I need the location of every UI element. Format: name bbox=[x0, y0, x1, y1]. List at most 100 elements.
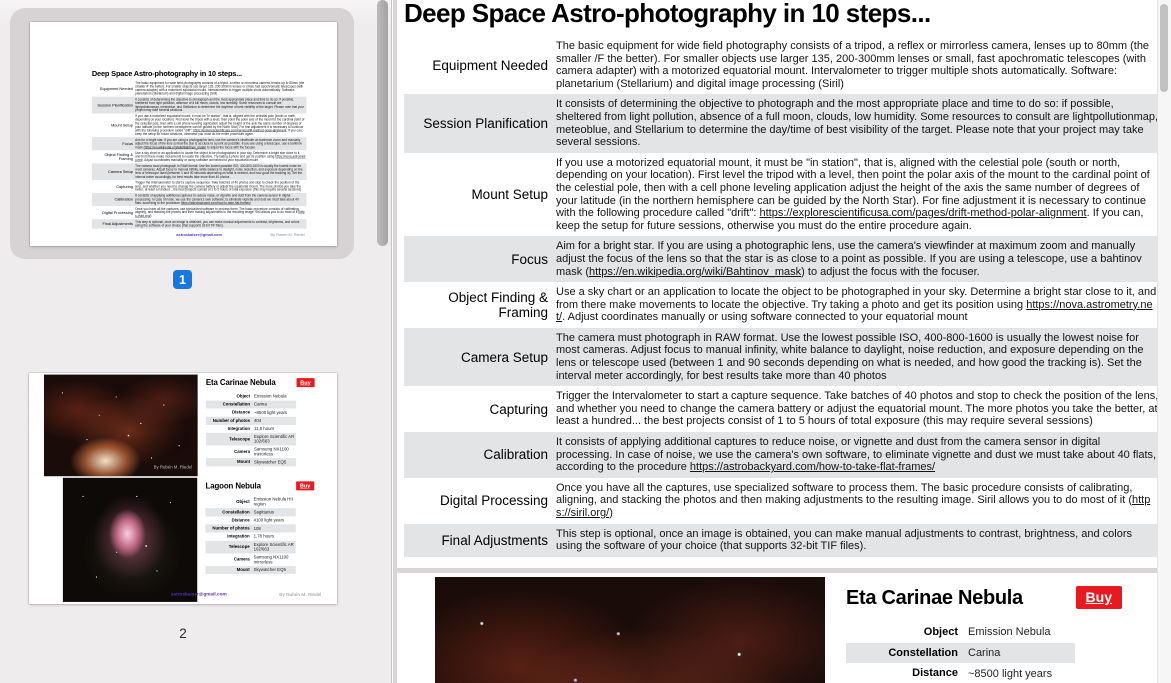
buy-button[interactable]: Buy bbox=[1075, 586, 1122, 609]
spec-value: 108 bbox=[253, 526, 261, 531]
step-row: Mount Setup If you use a motorized equato… bbox=[404, 153, 1161, 237]
step-text: It consists of determining the objective… bbox=[556, 98, 1159, 148]
author-credit: By Rubén M. Riedel bbox=[270, 232, 305, 237]
document-title: Deep Space Astro-photography in 10 steps… bbox=[91, 69, 242, 78]
spec-row: Distance 4100 light years bbox=[206, 516, 296, 524]
spec-label: Constellation bbox=[222, 402, 251, 407]
step-label: Camera Setup bbox=[108, 169, 133, 174]
step-text: Use a sky chart or an application to loc… bbox=[135, 151, 306, 162]
spec-value: Emission Nebula bbox=[968, 626, 1051, 639]
step-text: Aim for a bright star. If you are using … bbox=[556, 240, 1159, 278]
spec-value: Explore Scientific AR 102/663 bbox=[253, 434, 295, 445]
step-text: This step is optional, once an image is … bbox=[135, 220, 306, 227]
document-scrollbar[interactable] bbox=[1157, 0, 1171, 683]
step-row: Focus Aim for a bright star. If you are u… bbox=[404, 236, 1161, 283]
inline-link[interactable]: https://en.wikipedia.org/wiki/Bahtinov_m… bbox=[145, 146, 205, 149]
step-row: Equipment Needed The basic equipment for … bbox=[92, 80, 307, 97]
step-label: Capturing bbox=[489, 401, 548, 417]
page-2-thumbnail[interactable]: By Rubén M. Riedel Eta Carinae Nebula Buy O… bbox=[29, 373, 337, 604]
step-label: Session Planification bbox=[423, 116, 548, 131]
inline-link[interactable]: https://explorescientificusa.com/pages/d… bbox=[759, 207, 1086, 219]
step-text: It consists of applying additional captu… bbox=[135, 194, 306, 205]
spec-value: ~8500 light years bbox=[968, 667, 1053, 680]
page-1-thumbnail-content: Deep Space Astro-photography in 10 steps… bbox=[30, 22, 309, 238]
spec-row: Number of photos 404 bbox=[205, 416, 297, 425]
step-row: Final Adjustments This step is optional, … bbox=[404, 523, 1161, 557]
text-part: The basic equipment for wide field photo… bbox=[135, 81, 305, 96]
nebula-card: By Rubén M. RiedelEta Carinae NebulaBuyO… bbox=[435, 577, 1122, 683]
step-row: Mount Setup If you use a motorized equato… bbox=[92, 113, 307, 137]
page-1-thumbnail[interactable]: Deep Space Astro-photography in 10 steps… bbox=[30, 22, 337, 246]
step-row: Camera Setup The camera must photograph i… bbox=[91, 163, 307, 180]
page-2-content: By Rubén M. RiedelEta Carinae NebulaBuyO… bbox=[29, 373, 337, 604]
spec-row: Telescope Explore Scientific AR 102/663 bbox=[205, 540, 296, 554]
nebula-info-panel: Eta Carinae Nebula Buy Object Emission Nebu… bbox=[205, 375, 315, 467]
spec-value: Emission Nebula HII region bbox=[253, 497, 293, 507]
nebula-title: Eta Carinae Nebula bbox=[205, 378, 276, 388]
spec-row: Object Emission Nebula bbox=[846, 622, 1075, 643]
step-label: Mount Setup bbox=[111, 123, 133, 128]
text-part: ) to adjust the focus with the focuser. bbox=[205, 145, 256, 149]
step-text: Once you have all the captures, use spec… bbox=[135, 207, 306, 218]
step-row: Session Planification It consists of dete… bbox=[91, 96, 307, 114]
step-row: Final Adjustments This step is optional, … bbox=[91, 219, 307, 229]
spec-label: Constellation bbox=[888, 646, 958, 659]
spec-value: 1,78 hours bbox=[253, 534, 275, 539]
page-1-content: Deep Space Astro-photography in 10 steps… bbox=[397, 0, 1171, 568]
spec-value: Carina bbox=[253, 402, 267, 407]
inline-link[interactable]: https://astrobackyard.com/how-to-take-fl… bbox=[690, 461, 935, 473]
page-2-footer: astroskaiser@gmail.com By Rubén M. Riedel bbox=[76, 591, 321, 597]
spec-row: Integration 1,78 hours bbox=[206, 533, 296, 541]
spec-row: Distance ~8500 light years bbox=[846, 663, 1075, 683]
spec-row: Constellation Sagittarius bbox=[205, 508, 296, 517]
inline-link[interactable]: https://astrobackyard.com/how-to-take-fl… bbox=[181, 201, 251, 204]
page-1-footer: astroskaiser@gmail.com By Rubén M. Riede… bbox=[92, 232, 307, 238]
step-row: Capturing Trigger the Intervalometer to s… bbox=[404, 386, 1161, 432]
step-row: Focus Aim for a bright star. If you are u… bbox=[91, 137, 307, 151]
spec-value: Skywatcher EQ5 bbox=[253, 459, 287, 465]
spec-label: Telescope bbox=[228, 544, 250, 550]
nebula-info-panel: Lagoon Nebula Buy Object Emission Nebula HI… bbox=[205, 478, 315, 575]
spec-row: Camera Samsung NX1100 mirrorless bbox=[206, 446, 296, 459]
spec-label: Object bbox=[236, 393, 251, 399]
spec-value: Samsung NX1100 mirrorless bbox=[253, 447, 289, 457]
text-part: This step is optional, once an image is … bbox=[556, 527, 1132, 553]
text-part: ) bbox=[150, 214, 152, 218]
spec-row: Distance ~8500 light years bbox=[206, 409, 296, 417]
spec-row: Constellation Carina bbox=[846, 642, 1075, 664]
step-text: It consists of applying additional captu… bbox=[556, 436, 1159, 474]
spec-row: Object Emission Nebula HII region bbox=[206, 496, 296, 509]
step-text: Once you have all the captures, use spec… bbox=[556, 482, 1159, 520]
nebula-card-header: Lagoon Nebula Buy bbox=[206, 481, 315, 493]
step-text: Trigger the Intervalometer to start a ca… bbox=[556, 390, 1159, 428]
page-2-thumbnail-content: By Rubén M. Riedel Eta Carinae Nebula Buy O… bbox=[29, 373, 337, 604]
spec-row: Integration 11,8 hours bbox=[206, 425, 296, 433]
step-label: Equipment Needed bbox=[99, 86, 133, 91]
step-row: Session Planification It consists of dete… bbox=[404, 94, 1161, 153]
text-part: The basic equipment for wide field photo… bbox=[556, 40, 1150, 90]
step-text: The basic equipment for wide field photo… bbox=[556, 40, 1159, 90]
inline-link[interactable]: https://en.wikipedia.org/wiki/Bahtinov_m… bbox=[589, 266, 801, 278]
buy-button[interactable]: Buy bbox=[296, 378, 315, 388]
step-label: Equipment Needed bbox=[432, 57, 548, 73]
spec-value: Skywatcher EQ5 bbox=[253, 567, 286, 573]
spec-label: Integration bbox=[227, 426, 251, 432]
document-title: Deep Space Astro-photography in 10 steps… bbox=[404, 0, 931, 28]
spec-label: Telescope bbox=[229, 436, 251, 442]
step-text: This step is optional, once an image is … bbox=[556, 528, 1159, 553]
step-text: If you use a motorized equatorial mount,… bbox=[135, 115, 306, 137]
sidebar-scrollbar[interactable] bbox=[377, 0, 388, 246]
buy-button[interactable]: Buy bbox=[295, 481, 315, 491]
spec-row: Mount Skywatcher EQ5 bbox=[205, 565, 296, 575]
step-row: Object Finding & Framing Use a sky chart … bbox=[404, 282, 1161, 328]
step-label: Final Adjustments bbox=[441, 532, 548, 548]
step-label: Digital Processing bbox=[102, 210, 133, 215]
spec-label: Object bbox=[236, 499, 250, 505]
author-credit: By Rubén M. Riedel bbox=[279, 591, 322, 598]
spec-value: Carina bbox=[968, 646, 1001, 659]
thumbnail-sidebar: Deep Space Astro-photography in 10 steps… bbox=[0, 0, 392, 683]
step-label: Object Finding & Framing bbox=[104, 152, 133, 162]
spec-row: Object Emission Nebula bbox=[206, 392, 296, 400]
text-part: Trigger the Intervalometer to start a ca… bbox=[135, 181, 302, 192]
document-scrollbar-thumb[interactable] bbox=[1160, 4, 1168, 92]
